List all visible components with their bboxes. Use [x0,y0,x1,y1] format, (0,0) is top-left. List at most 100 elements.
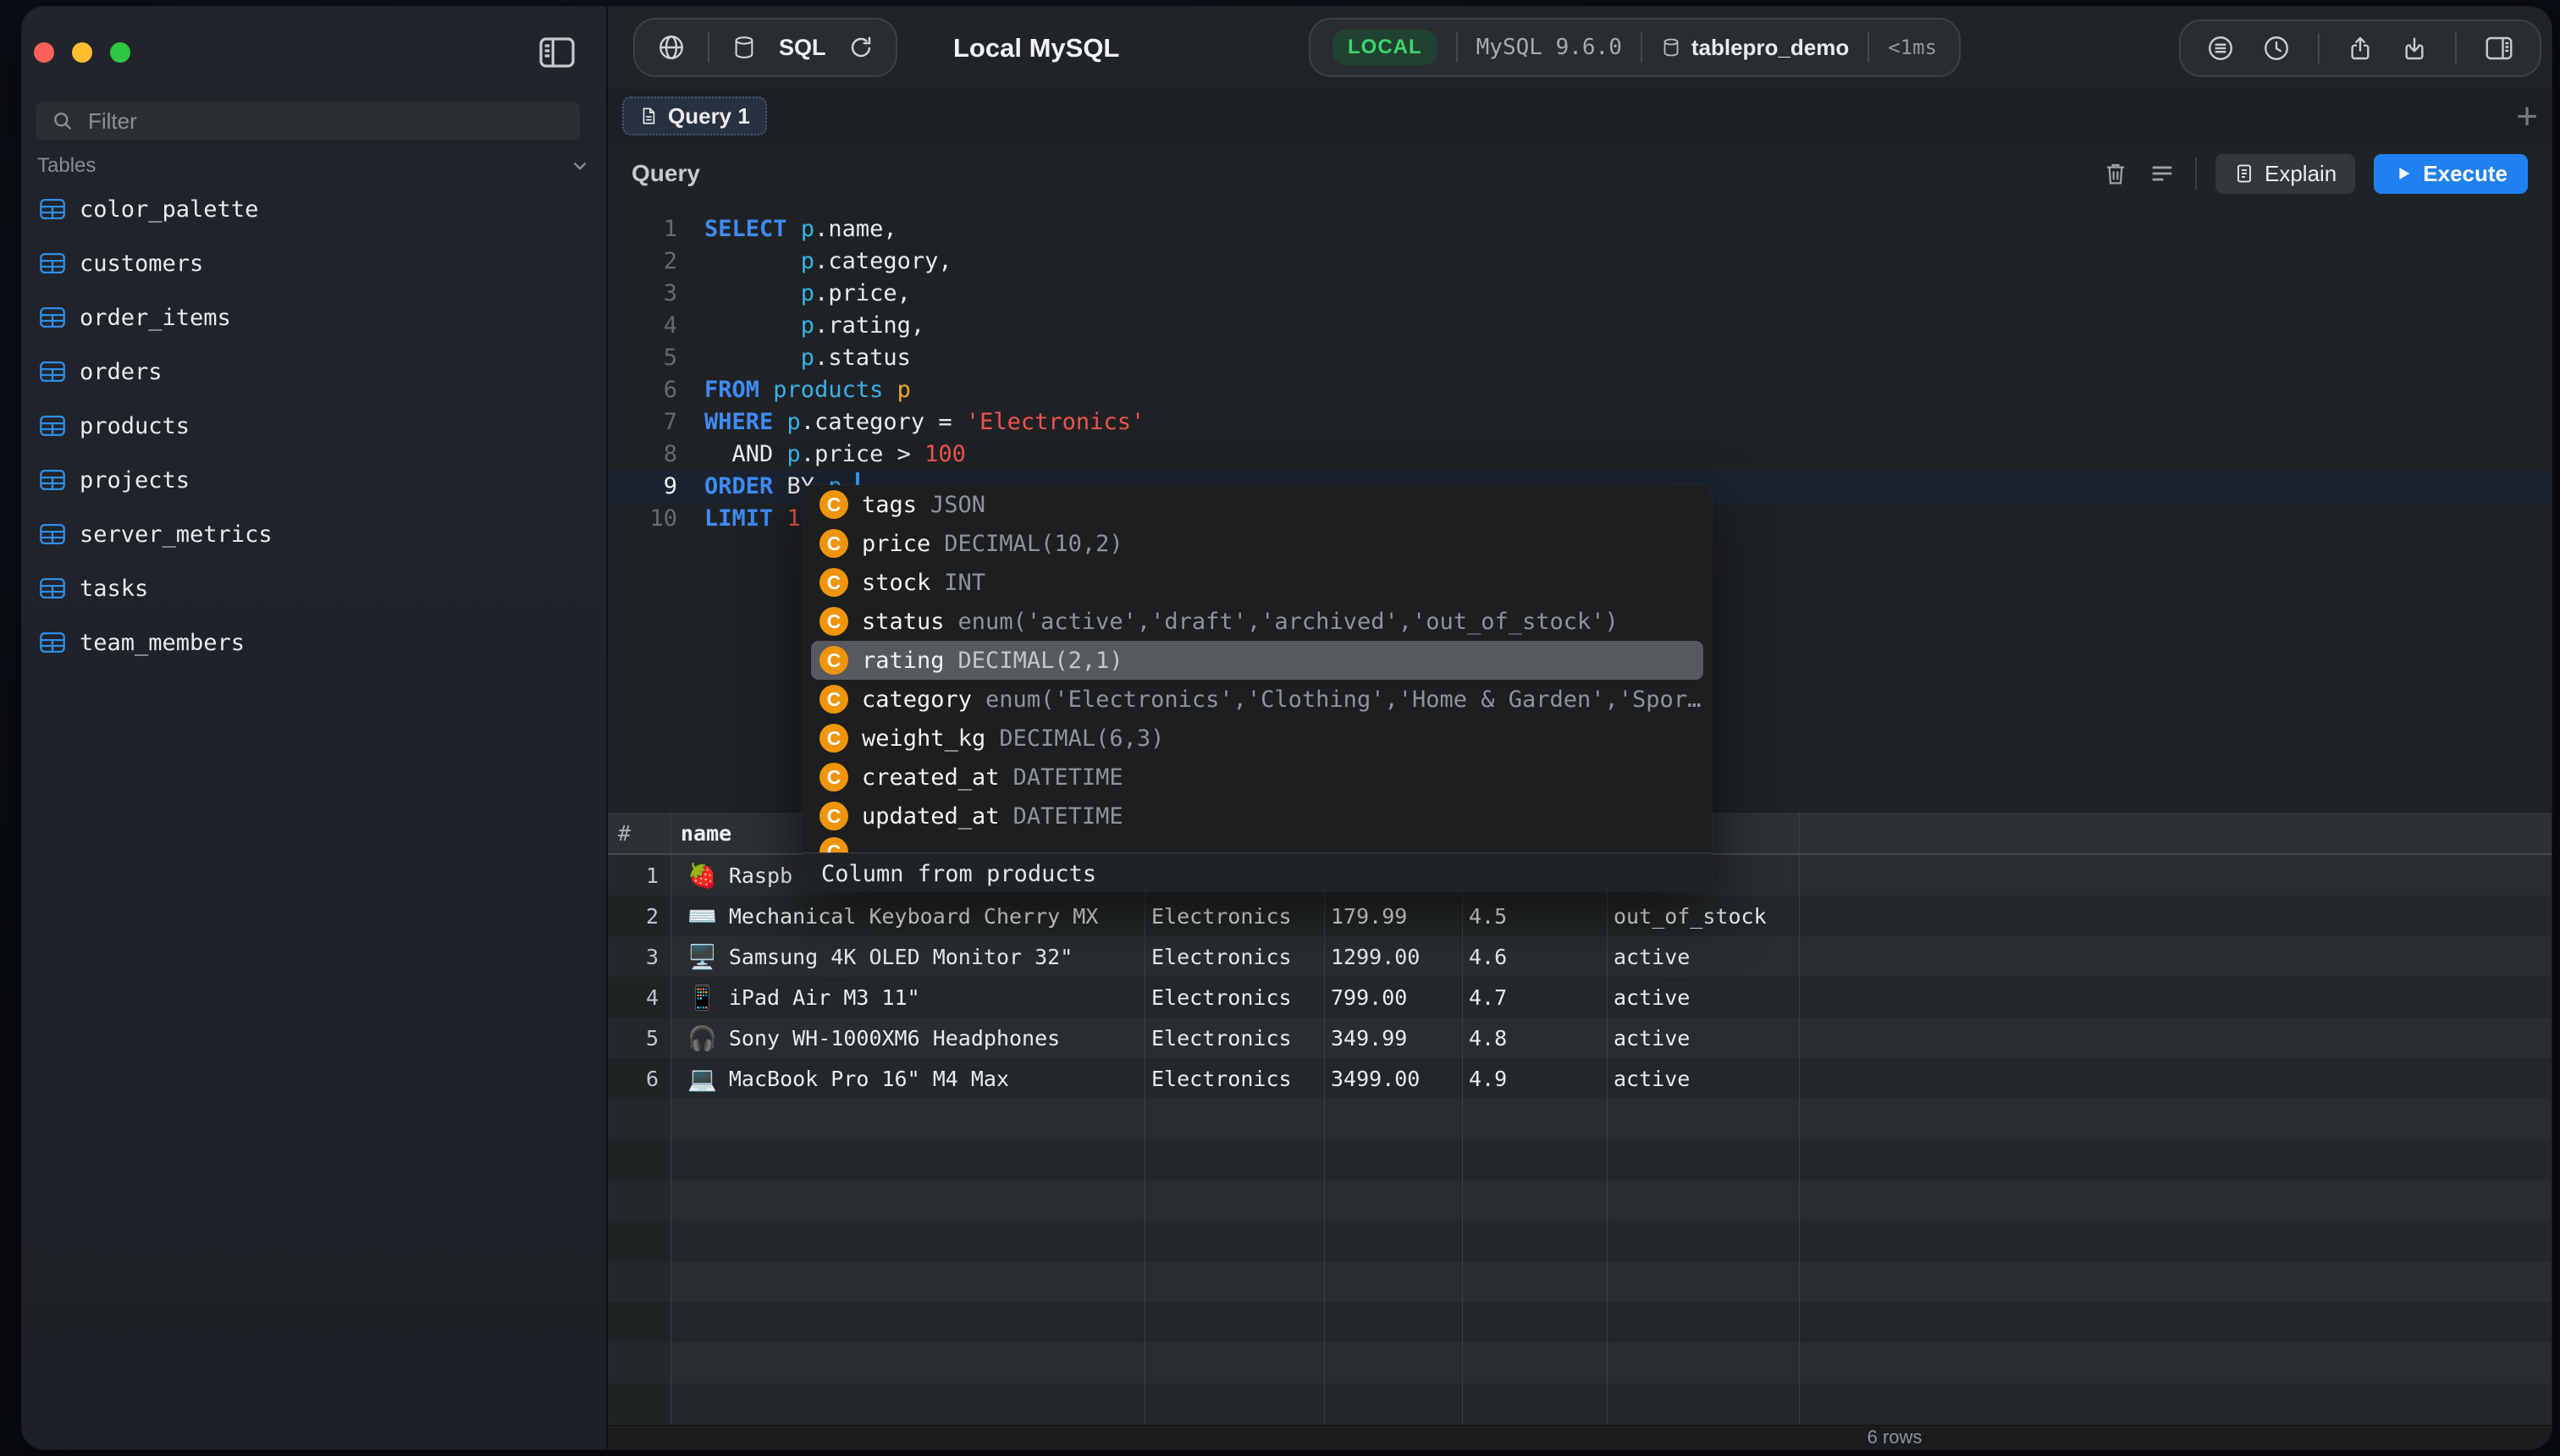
database-selector[interactable]: tablepro_demo [1661,35,1849,61]
sidebar-item-products[interactable]: products [22,399,606,453]
new-tab-button[interactable]: + [2516,89,2538,144]
cell-rating[interactable]: 4.8 [1462,1026,1607,1051]
refresh-icon[interactable] [848,35,874,60]
cell-name[interactable]: ⌨️Mechanical Keyboard Cherry MX [670,902,1145,930]
code-line-2[interactable]: 2 p.category, [608,245,2552,278]
sidebar-item-order_items[interactable]: order_items [22,290,606,345]
zoom-button[interactable] [110,42,130,63]
code-line-7[interactable]: 7WHERE p.category = 'Electronics' [608,406,2552,438]
execute-button[interactable]: Execute [2374,154,2528,194]
sidebar-item-projects[interactable]: projects [22,453,606,507]
cell-num[interactable]: 4 [608,977,670,1018]
cell-status[interactable]: out_of_stock [1607,904,1799,929]
code-line-4[interactable]: 4 p.rating, [608,310,2552,342]
results-grid: # name 1🍓Raspb2⌨️Mechanical Keyboard Che… [608,813,2552,1426]
minimize-button[interactable] [72,42,92,63]
code-line-8[interactable]: 8 AND p.price > 100 [608,438,2552,471]
explain-button[interactable]: Explain [2215,154,2355,194]
table-row[interactable]: 2⌨️Mechanical Keyboard Cherry MXElectron… [608,896,2552,936]
table-row[interactable]: 6💻MacBook Pro 16" M4 MaxElectronics3499.… [608,1058,2552,1099]
sidebar-item-customers[interactable]: customers [22,236,606,290]
share-icon[interactable] [2347,34,2374,63]
sidebar-item-orders[interactable]: orders [22,345,606,399]
cell-status[interactable]: active [1607,1067,1799,1091]
cell-price[interactable]: 349.99 [1324,1026,1462,1051]
database-icon[interactable] [731,34,757,61]
product-emoji: 📱 [687,984,717,1012]
cell-cat[interactable]: Electronics [1145,945,1324,969]
empty-row [608,1343,2552,1383]
download-icon[interactable] [2401,34,2428,63]
cell-num[interactable]: 6 [608,1058,670,1099]
close-button[interactable] [34,42,54,63]
history-clock-icon[interactable] [2262,34,2291,63]
table-row[interactable]: 4📱iPad Air M3 11"Electronics799.004.7act… [608,977,2552,1018]
autocomplete-item-weight_kg[interactable]: Cweight_kgDECIMAL(6,3) [803,719,1712,758]
cell-name[interactable]: 📱iPad Air M3 11" [670,984,1145,1012]
cell-rating[interactable]: 4.9 [1462,1067,1607,1091]
cell-num[interactable]: 5 [608,1018,670,1058]
table-row[interactable]: 3🖥️Samsung 4K OLED Monitor 32"Electronic… [608,936,2552,977]
tables-section-header[interactable]: Tables [37,152,591,179]
cell-num[interactable]: 2 [608,896,670,936]
autocomplete-item-created_at[interactable]: Ccreated_atDATETIME [803,758,1712,797]
autocomplete-item-rating[interactable]: CratingDECIMAL(2,1) [811,641,1703,680]
cell-status[interactable]: active [1607,1026,1799,1051]
cell-price[interactable]: 799.00 [1324,985,1462,1010]
sidebar-item-team_members[interactable]: team_members [22,615,606,670]
cell-price[interactable]: 3499.00 [1324,1067,1462,1091]
cell-name[interactable]: 🖥️Samsung 4K OLED Monitor 32" [670,943,1145,971]
cell-num[interactable]: 1 [608,855,670,896]
cell-num [608,1099,670,1139]
trash-icon[interactable] [2102,159,2129,188]
cell-status[interactable]: active [1607,985,1799,1010]
autocomplete-item-status[interactable]: Cstatusenum('active','draft','archived',… [803,602,1712,641]
cell-name[interactable]: 🎧Sony WH-1000XM6 Headphones [670,1024,1145,1052]
table-name: color_palette [80,196,258,223]
cell-cat[interactable]: Electronics [1145,985,1324,1010]
cell-cat[interactable]: Electronics [1145,1067,1324,1091]
cell-rating[interactable]: 4.5 [1462,904,1607,929]
code-line-6[interactable]: 6FROM products p [608,374,2552,406]
table-name: products [80,413,190,439]
line-number: 5 [608,342,677,374]
sidebar-item-tasks[interactable]: tasks [22,561,606,615]
filter-lines-icon[interactable] [2206,34,2235,63]
autocomplete-item-category[interactable]: Ccategoryenum('Electronics','Clothing','… [803,680,1712,719]
sql-mode-label[interactable]: SQL [779,35,826,61]
globe-icon[interactable] [657,33,686,62]
cell-rating[interactable]: 4.6 [1462,945,1607,969]
autocomplete-item-stock[interactable]: CstockINT [803,563,1712,602]
cell-status[interactable]: active [1607,945,1799,969]
cell-cat[interactable]: Electronics [1145,1026,1324,1051]
app-window: Tables color_palette customers order_items… [22,7,2552,1449]
autocomplete-item-price[interactable]: CpriceDECIMAL(10,2) [803,524,1712,563]
header-row-number[interactable]: # [608,813,670,853]
sidebar-item-color_palette[interactable]: color_palette [22,182,606,236]
filter-input[interactable] [86,108,547,135]
sidebar-toggle-icon[interactable] [537,34,577,71]
format-lines-icon[interactable] [2148,159,2177,188]
tab-query-1[interactable]: Query 1 [622,97,767,135]
filter-field[interactable] [36,102,580,141]
product-emoji: 🖥️ [687,943,717,971]
table-name: order_items [80,305,231,331]
cell-price[interactable]: 179.99 [1324,904,1462,929]
cell-price[interactable]: 1299.00 [1324,945,1462,969]
autocomplete-item-tags[interactable]: CtagsJSON [803,485,1712,524]
cell-num [608,1180,670,1221]
cell-cat[interactable]: Electronics [1145,904,1324,929]
code-line-5[interactable]: 5 p.status [608,342,2552,374]
right-panel-icon[interactable] [2484,34,2514,63]
table-row[interactable]: 5🎧Sony WH-1000XM6 HeadphonesElectronics3… [608,1018,2552,1058]
cell-num[interactable]: 3 [608,936,670,977]
column-type: DECIMAL(2,1) [958,648,1123,674]
code-line-3[interactable]: 3 p.price, [608,278,2552,310]
cell-rating[interactable]: 4.7 [1462,985,1607,1010]
sidebar-item-server_metrics[interactable]: server_metrics [22,507,606,561]
autocomplete-item-updated_at[interactable]: Cupdated_atDATETIME [803,797,1712,836]
cell-num [608,1343,670,1383]
code-line-1[interactable]: 1SELECT p.name, [608,213,2552,245]
column-badge: C [819,763,848,791]
cell-name[interactable]: 💻MacBook Pro 16" M4 Max [670,1065,1145,1093]
